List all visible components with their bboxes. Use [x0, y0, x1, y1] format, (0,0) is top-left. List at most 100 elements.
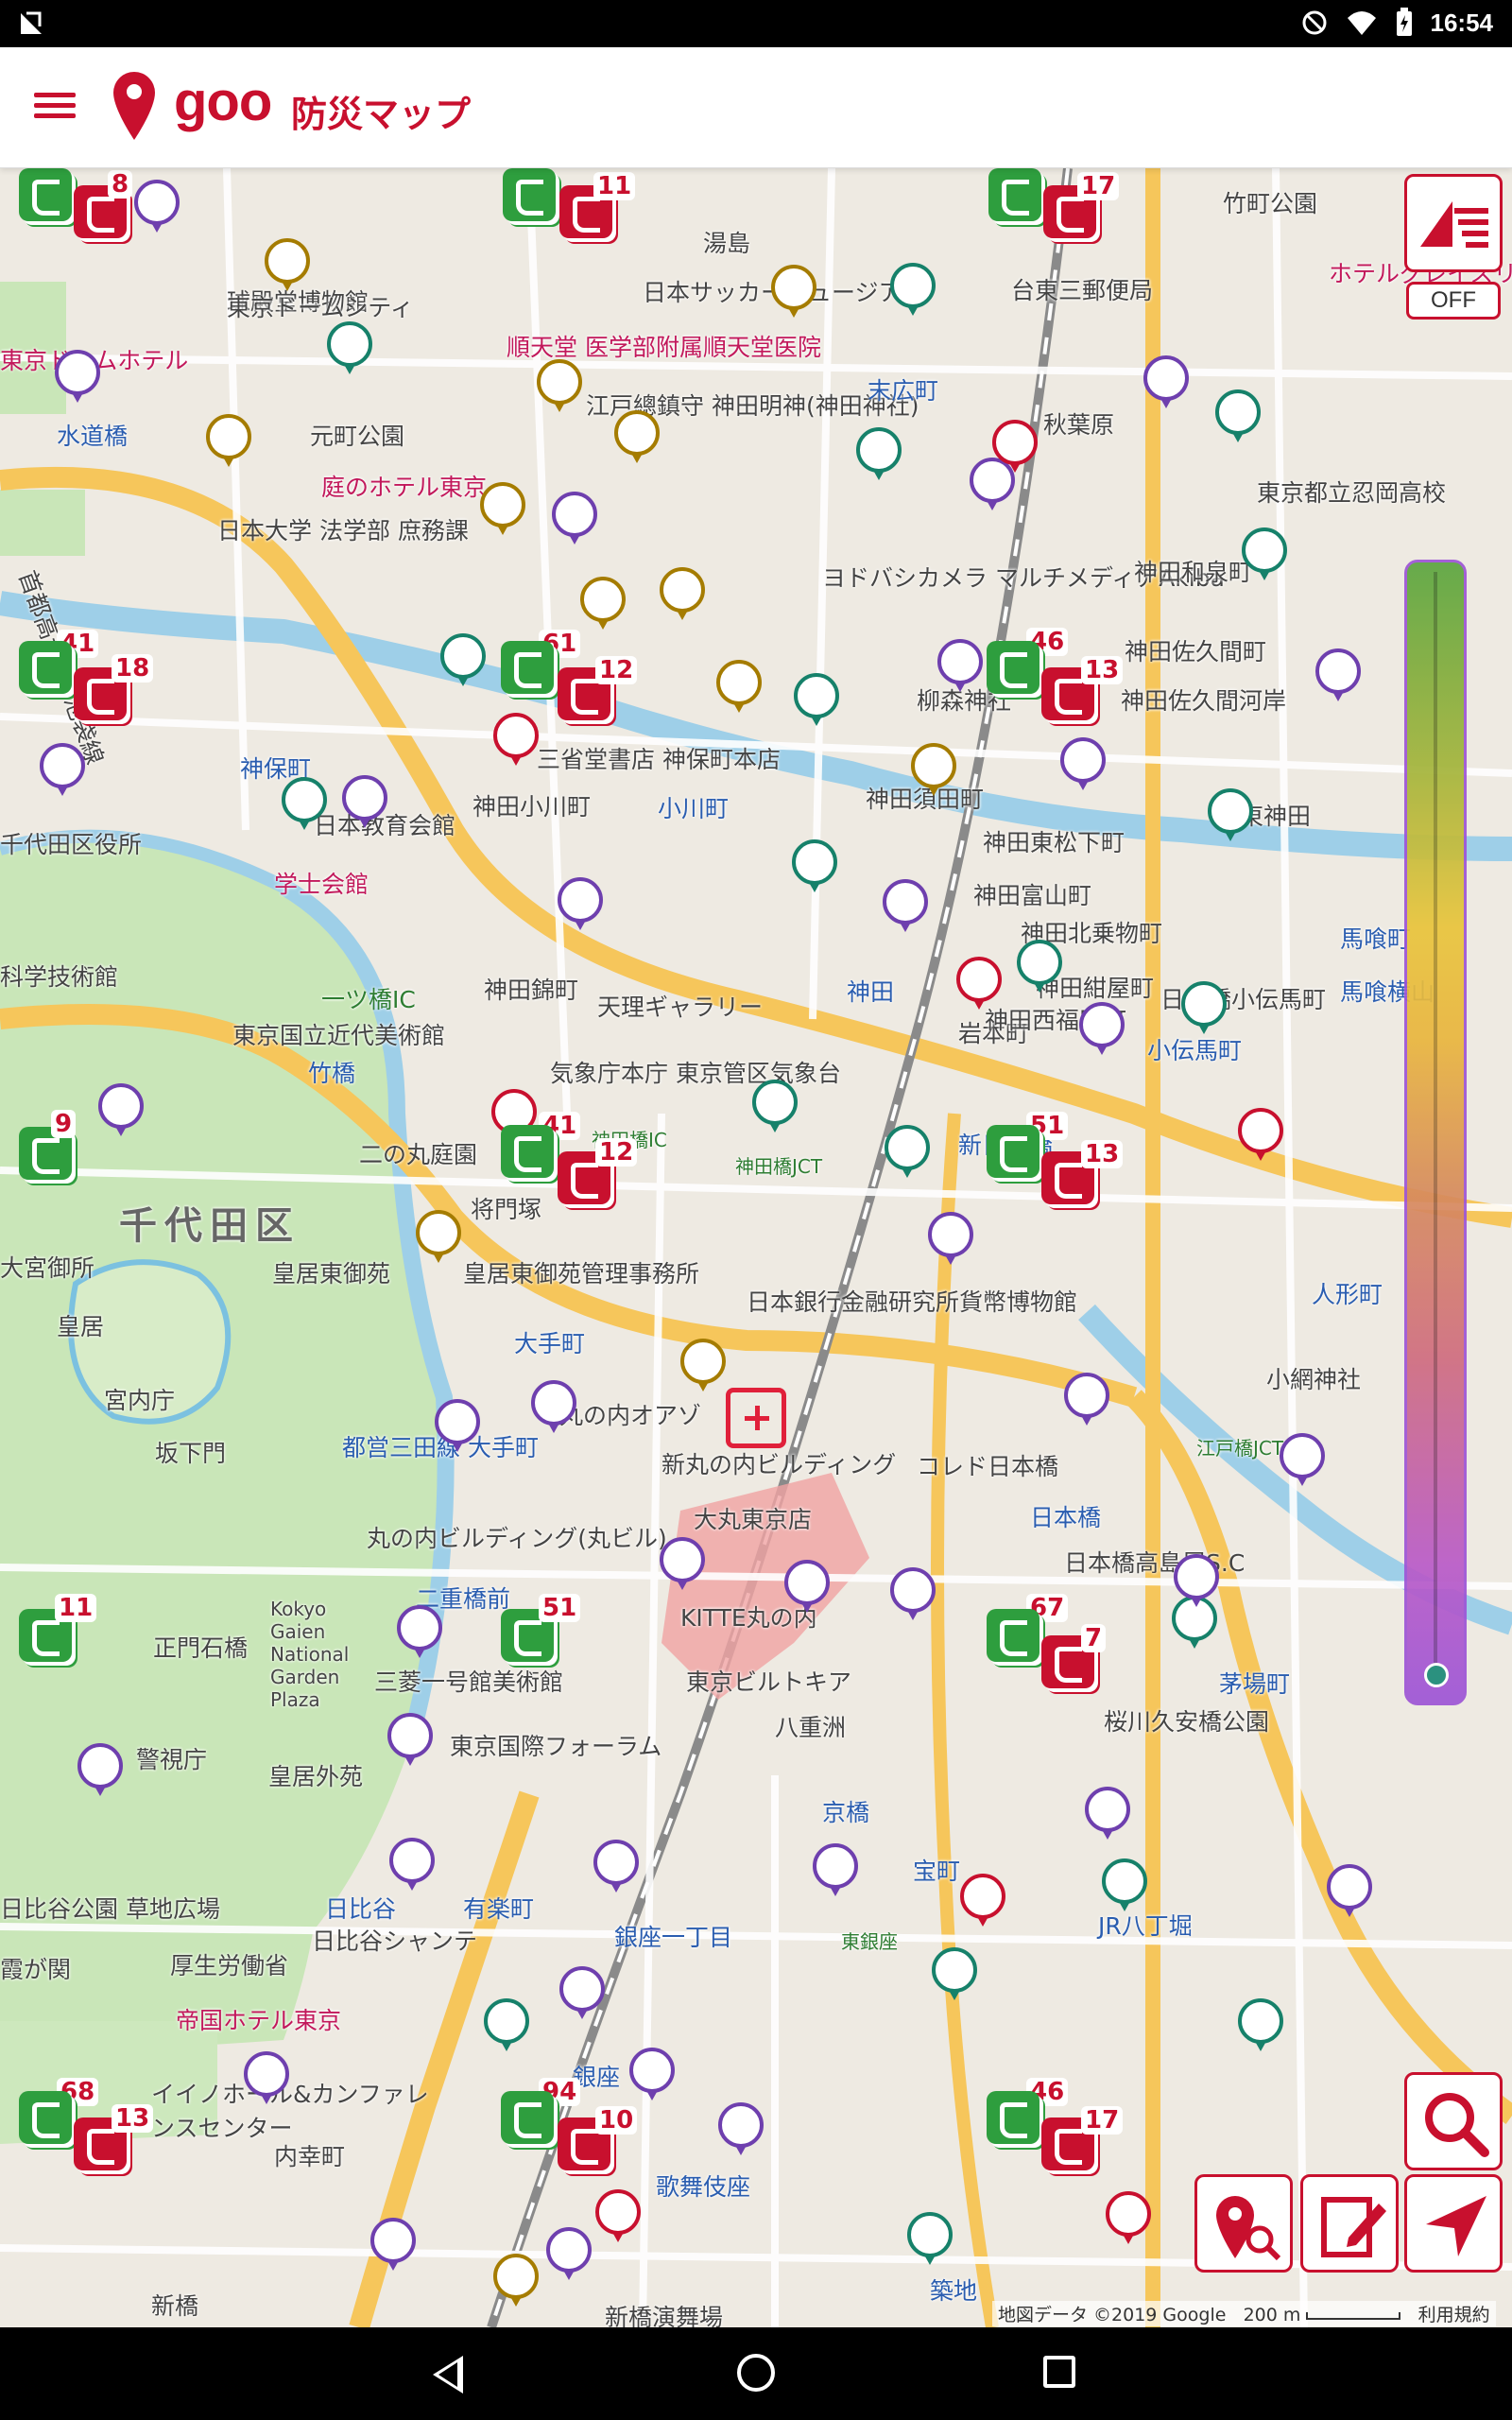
layer-toggle-off[interactable]: OFF [1406, 282, 1501, 320]
fire-station-marker[interactable] [954, 955, 1004, 1013]
police-marker[interactable] [782, 1558, 832, 1616]
police-marker[interactable] [1058, 735, 1108, 794]
public-phone-marker[interactable] [988, 168, 1041, 221]
search-button[interactable] [1404, 2072, 1503, 2170]
public-phone-marker[interactable] [987, 2091, 1040, 2144]
hazard-layer-button[interactable] [1404, 174, 1503, 272]
shelter-marker[interactable] [905, 2210, 954, 2269]
terms-link[interactable]: 利用規約 [1418, 2305, 1490, 2325]
aid-station-marker[interactable] [478, 480, 527, 539]
police-marker[interactable] [550, 490, 599, 548]
police-marker[interactable] [544, 2225, 593, 2284]
police-marker[interactable] [529, 1378, 578, 1437]
shelter-marker[interactable] [1179, 979, 1228, 1038]
police-marker[interactable] [556, 875, 605, 934]
shelter-marker[interactable] [888, 261, 937, 320]
police-marker[interactable] [1314, 647, 1363, 705]
police-marker[interactable] [1142, 354, 1191, 412]
shelter-marker[interactable] [883, 1123, 932, 1182]
shelter-marker[interactable] [930, 1945, 979, 2004]
police-marker[interactable] [340, 773, 389, 832]
police-marker[interactable] [716, 2100, 765, 2159]
police-marker[interactable] [369, 2216, 418, 2274]
home-button[interactable] [737, 2354, 775, 2392]
hazard-opacity-slider[interactable] [1404, 560, 1467, 1705]
spot-search-button[interactable] [1194, 2174, 1293, 2273]
shelter-marker[interactable] [1236, 1996, 1285, 2055]
fire-station-marker[interactable] [1236, 1106, 1285, 1165]
shelter-marker[interactable] [1100, 1857, 1149, 1915]
aid-station-marker[interactable] [578, 575, 627, 633]
current-location-button[interactable] [1404, 2174, 1503, 2273]
police-marker[interactable] [132, 178, 181, 236]
aid-station-marker[interactable] [612, 408, 662, 467]
menu-button[interactable] [34, 87, 76, 129]
police-marker[interactable] [592, 1838, 641, 1896]
slider-knob[interactable] [1424, 1663, 1449, 1687]
police-marker[interactable] [1062, 1371, 1111, 1429]
back-button[interactable] [433, 2356, 463, 2394]
police-marker[interactable] [386, 1711, 435, 1770]
fire-station-marker[interactable] [990, 418, 1040, 476]
police-marker[interactable] [1172, 1552, 1221, 1611]
aid-station-marker[interactable] [535, 357, 584, 416]
public-phone-marker[interactable] [19, 168, 72, 221]
police-marker[interactable] [395, 1603, 444, 1662]
public-phone-marker[interactable] [503, 168, 556, 221]
aid-station-marker[interactable] [679, 1337, 728, 1395]
public-phone-marker[interactable] [987, 1609, 1040, 1662]
public-phone-marker[interactable] [19, 641, 72, 694]
shelter-marker[interactable] [1240, 526, 1289, 584]
public-phone-marker[interactable] [19, 2091, 72, 2144]
aid-station-marker[interactable] [263, 236, 312, 295]
aid-station-marker[interactable] [204, 412, 253, 471]
police-marker[interactable] [1278, 1431, 1327, 1490]
police-marker[interactable] [811, 1841, 860, 1900]
public-phone-marker[interactable] [987, 641, 1040, 694]
shelter-marker[interactable] [792, 671, 841, 730]
fire-station-marker[interactable] [1104, 2189, 1153, 2248]
public-phone-marker[interactable] [501, 1125, 554, 1178]
fire-station-marker[interactable] [958, 1872, 1007, 1930]
police-marker[interactable] [96, 1081, 146, 1140]
police-marker[interactable] [1077, 1000, 1126, 1059]
aid-station-marker[interactable] [909, 741, 958, 800]
police-marker[interactable] [76, 1741, 125, 1800]
police-marker[interactable] [558, 1964, 607, 2023]
aid-station-marker[interactable] [714, 658, 764, 717]
police-marker[interactable] [627, 2046, 677, 2104]
shelter-marker[interactable] [1015, 938, 1064, 996]
shelter-marker[interactable] [854, 425, 903, 484]
police-marker[interactable] [242, 2049, 291, 2108]
fire-station-marker[interactable] [593, 2187, 643, 2246]
police-marker[interactable] [1325, 1862, 1374, 1921]
police-marker[interactable] [38, 741, 87, 800]
shelter-marker[interactable] [280, 775, 329, 834]
police-marker[interactable] [658, 1535, 707, 1594]
aid-station-marker[interactable] [769, 263, 818, 321]
aid-station-marker[interactable] [414, 1208, 463, 1267]
police-marker[interactable] [936, 637, 985, 696]
fire-station-marker[interactable] [491, 711, 541, 769]
map-view[interactable]: 千代田区 球殿堂博物館 東京ドームシティ 東京ドームホテル 湯島 日本サッカーミ… [0, 168, 1512, 2327]
aid-station-marker[interactable] [491, 2252, 541, 2310]
shelter-marker[interactable] [325, 320, 374, 378]
police-marker[interactable] [888, 1565, 937, 1624]
public-phone-marker[interactable] [501, 641, 554, 694]
police-marker[interactable] [53, 348, 102, 406]
memo-button[interactable] [1300, 2174, 1399, 2273]
shelter-marker[interactable] [750, 1078, 799, 1136]
recent-apps-button[interactable] [1043, 2356, 1075, 2388]
shelter-marker[interactable] [1206, 786, 1255, 845]
shelter-marker[interactable] [790, 838, 839, 896]
police-marker[interactable] [881, 877, 930, 936]
police-marker[interactable] [1083, 1785, 1132, 1843]
police-marker[interactable] [926, 1210, 975, 1269]
police-marker[interactable] [387, 1836, 437, 1894]
shelter-marker[interactable] [482, 1996, 531, 2055]
shelter-marker[interactable] [438, 631, 488, 690]
shelter-marker[interactable] [1213, 388, 1263, 446]
police-marker[interactable] [433, 1397, 482, 1456]
aid-station-marker[interactable] [658, 565, 707, 624]
public-phone-marker[interactable] [501, 2091, 554, 2144]
